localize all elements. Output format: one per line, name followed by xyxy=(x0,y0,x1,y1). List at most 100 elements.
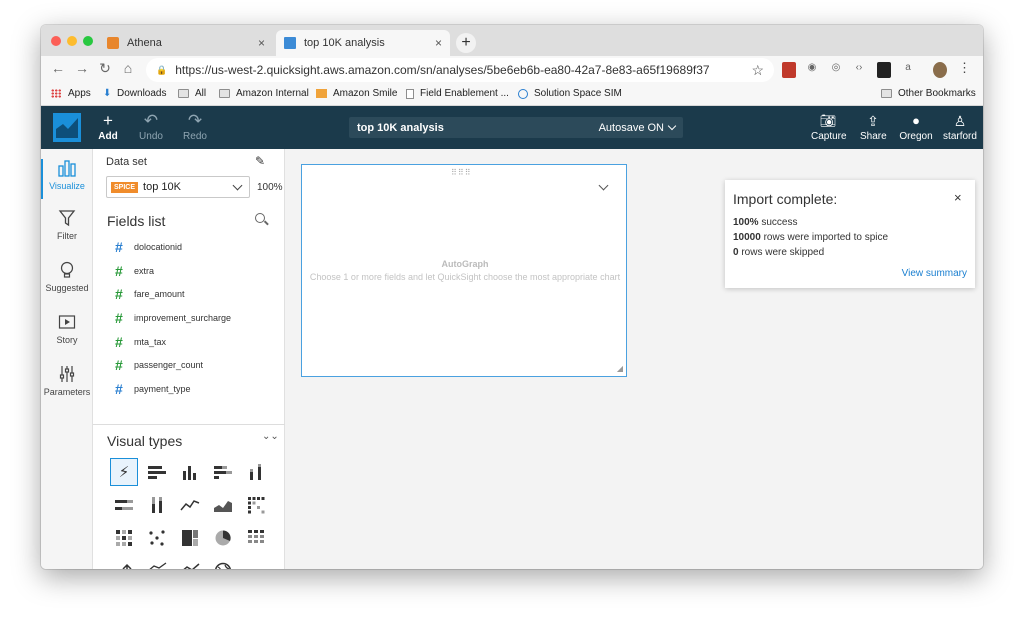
undo-button[interactable]: ↶ Undo xyxy=(138,112,164,143)
new-tab-button[interactable]: + xyxy=(456,33,476,53)
vertical-bar-visual-button[interactable] xyxy=(176,458,204,486)
field-item[interactable]: # mta_tax xyxy=(93,330,285,354)
field-item[interactable]: # payment_type xyxy=(93,377,285,401)
pie-visual-button[interactable] xyxy=(209,524,237,552)
analysis-title[interactable]: top 10K analysis xyxy=(357,122,444,134)
capture-label: Capture xyxy=(811,131,847,142)
back-button[interactable]: ← xyxy=(49,60,67,76)
vertical-stacked-bar-visual-button[interactable] xyxy=(242,458,270,486)
bookmark-all[interactable]: All xyxy=(178,88,206,99)
extension-icon[interactable]: ◎ xyxy=(831,62,841,78)
bookmark-other-bookmarks[interactable]: Other Bookmarks xyxy=(881,88,976,99)
dataset-select[interactable]: SPICE top 10K xyxy=(106,176,250,198)
code-extension-icon[interactable]: ‹› xyxy=(853,62,865,78)
scatter-visual-button[interactable] xyxy=(143,524,171,552)
field-item[interactable]: # improvement_surcharge xyxy=(93,306,285,330)
reload-button[interactable]: ↻ xyxy=(96,60,114,77)
edit-dataset-pencil-icon[interactable]: ✎ xyxy=(255,154,265,168)
home-button[interactable]: ⌂ xyxy=(119,60,137,76)
hash-icon: # xyxy=(115,238,123,255)
view-summary-link[interactable]: View summary xyxy=(902,268,967,279)
geo-visual-button[interactable] xyxy=(209,557,237,569)
autograph-visual-button[interactable]: ⚡︎ xyxy=(110,458,138,486)
field-item[interactable]: # fare_amount xyxy=(93,282,285,306)
resize-handle-icon[interactable]: ◢ xyxy=(617,364,623,373)
close-window-button[interactable] xyxy=(51,36,61,46)
bookmark-apps[interactable]: Apps xyxy=(51,88,91,99)
success-line: 100% success xyxy=(733,217,797,228)
download-icon: ⬇ xyxy=(103,88,112,99)
nav-parameters[interactable]: Parameters xyxy=(41,365,93,397)
url-text: https://us-west-2.quicksight.aws.amazon.… xyxy=(175,63,710,77)
area-line-visual-button[interactable] xyxy=(209,491,237,519)
capture-button[interactable]: 📷︎ Capture xyxy=(811,112,847,142)
bookmark-solution-space-sim[interactable]: Solution Space SIM xyxy=(518,88,622,99)
browser-menu-icon[interactable]: ⋮ xyxy=(958,60,971,76)
collapse-chevron-icon[interactable]: ⌄⌄ xyxy=(262,431,279,442)
forward-button[interactable]: → xyxy=(73,60,91,76)
share-icon: ⇪ xyxy=(867,113,879,129)
field-label: passenger_count xyxy=(134,360,204,371)
tab-athena[interactable]: Athena × xyxy=(99,30,273,56)
bookmark-amazon-internal[interactable]: Amazon Internal xyxy=(219,88,309,99)
close-icon[interactable]: × xyxy=(954,190,962,205)
combo-bar-visual-button[interactable] xyxy=(143,557,171,569)
maximize-window-button[interactable] xyxy=(83,36,93,46)
tab-top-10k-analysis[interactable]: top 10K analysis × xyxy=(276,30,450,56)
horizontal-bar-visual-button[interactable] xyxy=(143,458,171,486)
drag-handle-icon[interactable]: ⠿⠿⠿ xyxy=(451,168,472,177)
extension-icon[interactable] xyxy=(782,62,796,78)
visual-menu-chevron-icon[interactable] xyxy=(598,180,609,191)
extension-icon[interactable]: ◉ xyxy=(807,62,817,78)
vertical-100-bar-visual-button[interactable] xyxy=(143,491,171,519)
redo-button[interactable]: ↷ Redo xyxy=(181,112,209,143)
nav-story[interactable]: Story xyxy=(41,313,93,345)
tab-close-icon[interactable]: × xyxy=(435,36,442,50)
add-button[interactable]: + Add xyxy=(97,111,119,143)
autograph-title: AutoGraph xyxy=(441,259,489,269)
success-percent: 100% xyxy=(733,217,759,228)
region-button[interactable]: ● Oregon xyxy=(899,112,933,142)
quicksight-logo[interactable] xyxy=(53,113,81,142)
field-item[interactable]: # dolocationid xyxy=(93,235,285,259)
analysis-title-box[interactable]: top 10K analysis Autosave ON xyxy=(349,117,683,138)
combo-line-visual-button[interactable] xyxy=(176,557,204,569)
plus-icon: + xyxy=(103,111,113,130)
bookmark-amazon-smile[interactable]: Amazon Smile xyxy=(316,88,397,99)
tab-close-icon[interactable]: × xyxy=(258,36,265,50)
field-item[interactable]: # passenger_count xyxy=(93,353,285,377)
user-menu-button[interactable]: ♙ starford xyxy=(943,112,977,142)
tree-map-visual-button[interactable] xyxy=(176,524,204,552)
field-item[interactable]: # extra xyxy=(93,259,285,283)
line-visual-button[interactable] xyxy=(176,491,204,519)
bar-chart-icon xyxy=(41,159,93,181)
dataset-label: Data set xyxy=(106,156,147,168)
nav-suggested[interactable]: Suggested xyxy=(41,261,93,293)
autograph-visual[interactable]: ⠿⠿⠿ AutoGraph Choose 1 or more fields an… xyxy=(301,164,627,377)
share-button[interactable]: ⇪ Share xyxy=(860,112,887,142)
table-visual-button[interactable] xyxy=(242,524,270,552)
autosave-dropdown[interactable]: Autosave ON xyxy=(599,122,677,134)
kpi-visual-button[interactable] xyxy=(110,557,138,569)
nav-label: Story xyxy=(56,335,78,345)
minimize-window-button[interactable] xyxy=(67,36,77,46)
search-icon[interactable] xyxy=(255,213,265,223)
amazon-extension-icon[interactable]: a xyxy=(901,62,915,78)
tab-strip: Athena × top 10K analysis × + xyxy=(41,25,983,56)
horizontal-100-bar-visual-button[interactable] xyxy=(110,491,138,519)
nav-visualize[interactable]: Visualize xyxy=(41,159,93,199)
w-circle-icon xyxy=(518,88,528,99)
nav-filter[interactable]: Filter xyxy=(41,209,93,241)
bookmark-downloads[interactable]: ⬇ Downloads xyxy=(103,88,166,99)
address-bar[interactable]: 🔒 https://us-west-2.quicksight.aws.amazo… xyxy=(146,58,774,82)
pivot-table-visual-button[interactable] xyxy=(242,491,270,519)
heat-map-visual-button[interactable] xyxy=(110,524,138,552)
rows-skipped-line: 0 rows were skipped xyxy=(733,247,824,258)
extension-icon[interactable] xyxy=(877,62,891,78)
profile-avatar[interactable] xyxy=(933,62,947,78)
nav-label: Filter xyxy=(57,231,77,241)
bookmark-field-enablement[interactable]: Field Enablement ... xyxy=(406,88,509,99)
hash-icon: # xyxy=(115,380,123,397)
horizontal-stacked-bar-visual-button[interactable] xyxy=(209,458,237,486)
bookmark-star-icon[interactable]: ☆ xyxy=(751,62,764,79)
